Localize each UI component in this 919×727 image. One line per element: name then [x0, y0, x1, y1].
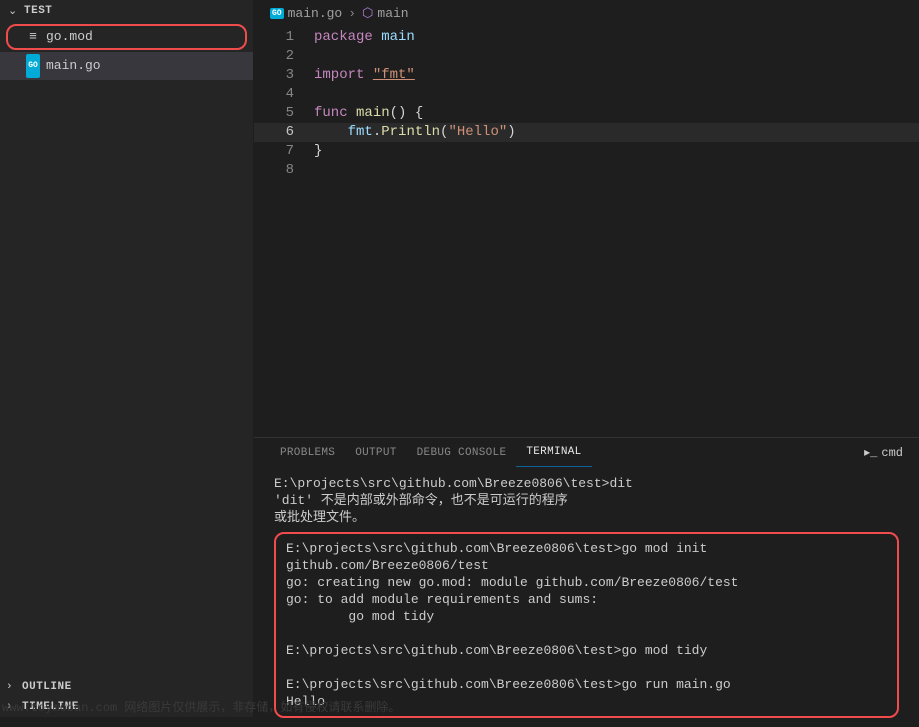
code-line[interactable]: 6 fmt.Println("Hello") — [254, 123, 919, 142]
breadcrumb-separator: › — [348, 6, 356, 21]
explorer-title: TEST — [24, 5, 52, 17]
section-label: OUTLINE — [22, 681, 72, 693]
watermark: www.toymoban.com 网络图片仅供展示，非存储，如有侵权请联系删除。 — [2, 698, 400, 715]
terminal-line — [286, 659, 887, 676]
file-item-gomod[interactable]: ≡ go.mod — [6, 24, 247, 50]
breadcrumb-symbol: main — [377, 6, 408, 21]
line-number: 8 — [254, 161, 314, 180]
tab-debug-console[interactable]: DEBUG CONSOLE — [407, 439, 517, 467]
go-icon: GO — [24, 54, 42, 78]
line-number: 1 — [254, 28, 314, 47]
terminal-line — [286, 625, 887, 642]
terminal-line: go: to add module requirements and sums: — [286, 591, 887, 608]
code-line[interactable]: 2 — [254, 47, 919, 66]
chevron-down-icon: ⌄ — [8, 4, 24, 18]
file-item-maingo[interactable]: GO main.go — [0, 52, 253, 80]
code-line[interactable]: 5func main() { — [254, 104, 919, 123]
code-content: package main — [314, 28, 415, 47]
go-icon: GO — [270, 8, 284, 19]
code-line[interactable]: 7} — [254, 142, 919, 161]
package-icon: ⬡ — [362, 6, 373, 21]
line-number: 2 — [254, 47, 314, 66]
line-number: 3 — [254, 66, 314, 85]
line-number: 6 — [254, 123, 314, 142]
explorer-header[interactable]: ⌄ TEST — [0, 0, 253, 22]
file-name: main.go — [46, 55, 101, 77]
code-content: fmt.Println("Hello") — [314, 123, 516, 142]
sidebar: ⌄ TEST ≡ go.mod GO main.go › OUTLINE › T… — [0, 0, 254, 717]
line-number: 5 — [254, 104, 314, 123]
tab-problems[interactable]: PROBLEMS — [270, 439, 345, 467]
terminal-line: E:\projects\src\github.com\Breeze0806\te… — [286, 642, 887, 659]
terminal-icon[interactable]: ▸_ — [864, 445, 877, 460]
code-line[interactable]: 4 — [254, 85, 919, 104]
file-name: go.mod — [46, 26, 93, 48]
outline-section[interactable]: › OUTLINE — [0, 677, 253, 697]
main: GO main.go › ⬡ main 1package main23impor… — [254, 0, 919, 717]
terminal-line: E:\projects\src\github.com\Breeze0806\te… — [286, 540, 887, 574]
shell-label[interactable]: cmd — [881, 446, 903, 460]
chevron-right-icon: › — [6, 681, 22, 693]
panel-actions: ▸_ cmd — [864, 445, 903, 460]
code-editor[interactable]: 1package main23import "fmt"45func main()… — [254, 26, 919, 437]
terminal-highlight-block: E:\projects\src\github.com\Breeze0806\te… — [274, 532, 899, 718]
gomod-icon: ≡ — [24, 26, 42, 48]
terminal-line: E:\projects\src\github.com\Breeze0806\te… — [274, 475, 903, 492]
code-line[interactable]: 3import "fmt" — [254, 66, 919, 85]
terminal-line: 或批处理文件。 — [274, 509, 903, 526]
terminal-line: go: creating new go.mod: module github.c… — [286, 574, 887, 591]
code-line[interactable]: 8 — [254, 161, 919, 180]
tab-output[interactable]: OUTPUT — [345, 439, 406, 467]
breadcrumb-file: main.go — [288, 6, 343, 21]
code-content: } — [314, 142, 322, 161]
code-content: import "fmt" — [314, 66, 415, 85]
tab-terminal[interactable]: TERMINAL — [516, 438, 591, 467]
code-content: func main() { — [314, 104, 423, 123]
terminal-line: 'dit' 不是内部或外部命令，也不是可运行的程序 — [274, 492, 903, 509]
file-list: ≡ go.mod GO main.go — [0, 22, 253, 677]
bottom-panel: PROBLEMS OUTPUT DEBUG CONSOLE TERMINAL ▸… — [254, 437, 919, 717]
terminal-line: E:\projects\src\github.com\Breeze0806\te… — [286, 676, 887, 693]
code-line[interactable]: 1package main — [254, 28, 919, 47]
line-number: 7 — [254, 142, 314, 161]
terminal-line: go mod tidy — [286, 608, 887, 625]
panel-tabs: PROBLEMS OUTPUT DEBUG CONSOLE TERMINAL ▸… — [254, 438, 919, 467]
line-number: 4 — [254, 85, 314, 104]
breadcrumb[interactable]: GO main.go › ⬡ main — [254, 0, 919, 26]
terminal[interactable]: E:\projects\src\github.com\Breeze0806\te… — [254, 467, 919, 726]
